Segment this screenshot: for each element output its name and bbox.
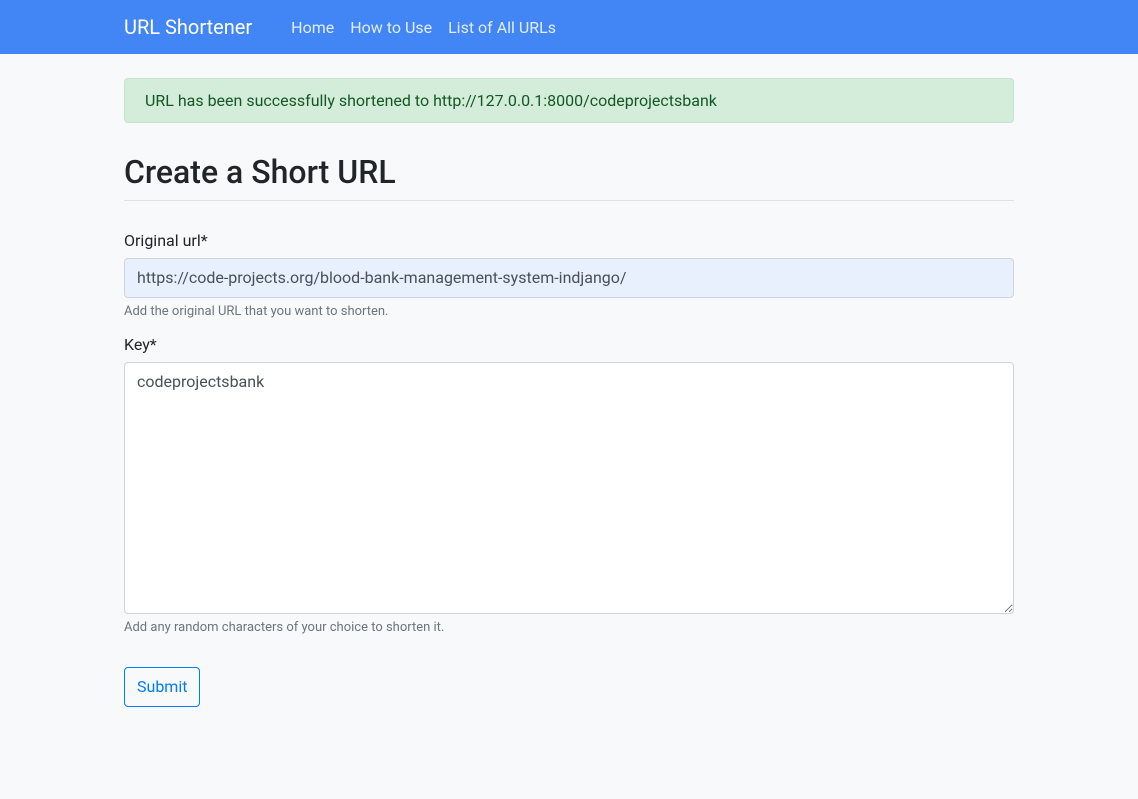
- key-textarea[interactable]: [124, 362, 1014, 614]
- nav-link-home[interactable]: Home: [283, 10, 342, 45]
- key-help: Add any random characters of your choice…: [124, 620, 1014, 635]
- page-title: Create a Short URL: [124, 153, 1014, 201]
- navbar-brand[interactable]: URL Shortener: [124, 10, 252, 44]
- original-url-input[interactable]: [124, 258, 1014, 298]
- submit-button[interactable]: Submit: [124, 667, 200, 707]
- form-group-original-url: Original url* Add the original URL that …: [124, 231, 1014, 319]
- key-label: Key*: [124, 335, 1014, 354]
- shorten-form: Original url* Add the original URL that …: [124, 231, 1014, 707]
- form-group-key: Key* Add any random characters of your c…: [124, 335, 1014, 635]
- nav-link-how-to-use[interactable]: How to Use: [342, 10, 440, 45]
- original-url-label: Original url*: [124, 231, 1014, 250]
- nav-link-list-urls[interactable]: List of All URLs: [440, 10, 564, 45]
- navbar: URL Shortener Home How to Use List of Al…: [0, 0, 1138, 54]
- nav-links: Home How to Use List of All URLs: [283, 10, 564, 45]
- original-url-help: Add the original URL that you want to sh…: [124, 304, 1014, 319]
- success-alert: URL has been successfully shortened to h…: [124, 78, 1014, 123]
